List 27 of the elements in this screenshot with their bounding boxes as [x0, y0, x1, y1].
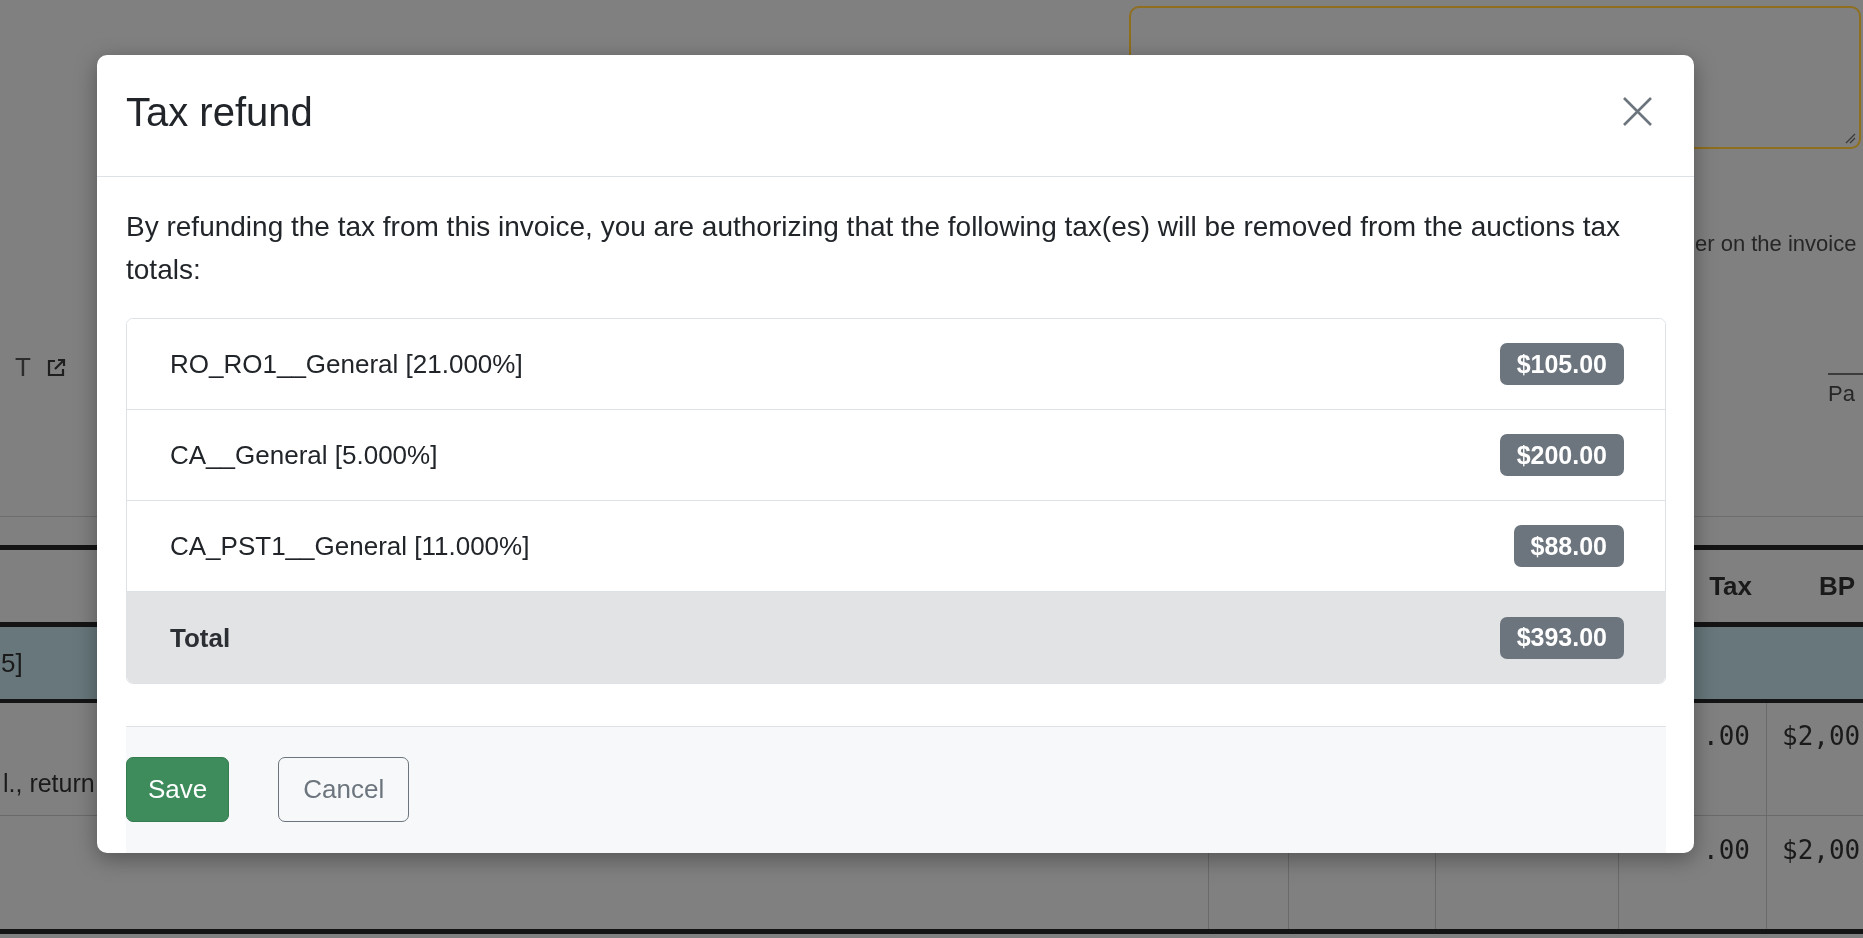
tax-name: RO_RO1__General [21.000%]	[170, 348, 523, 380]
column-header: BP	[1819, 571, 1856, 601]
close-icon	[1622, 96, 1653, 127]
amount-badge: $105.00	[1499, 343, 1624, 385]
amount-text: $2,00	[1782, 835, 1861, 865]
modal-title: Tax refund	[126, 88, 313, 136]
record-link[interactable]: T	[15, 352, 31, 382]
item-description: l., return	[3, 768, 95, 798]
notice-text: er on the invoice	[1695, 230, 1857, 258]
amount-text: .00	[1703, 835, 1750, 865]
cancel-button[interactable]: Cancel	[278, 757, 410, 822]
amount-badge: $393.00	[1499, 616, 1624, 659]
payment-label: Pa	[1828, 381, 1856, 407]
message-text: By refunding the tax from this invoice, you are authorizing that the following tax(es) will be removed from the auctions tax totals:	[126, 210, 1622, 287]
amount-text: $2,00	[1782, 721, 1861, 751]
save-button[interactable]: Save	[126, 757, 230, 822]
tax-name: CA__General [5.000%]	[170, 439, 438, 471]
amount-badge: $200.00	[1499, 434, 1624, 476]
external-link-icon[interactable]	[46, 358, 66, 377]
tax-name: CA_PST1__General [11.000%]	[170, 530, 530, 562]
column-header: Tax	[1709, 571, 1752, 601]
amount-text: .00	[1703, 721, 1750, 751]
amount-badge: $88.00	[1513, 525, 1624, 567]
total-label: Total	[170, 621, 231, 654]
group-label: 5]	[1, 648, 23, 678]
close-button[interactable]	[1622, 96, 1653, 127]
resize-handle-icon[interactable]	[1844, 132, 1856, 144]
